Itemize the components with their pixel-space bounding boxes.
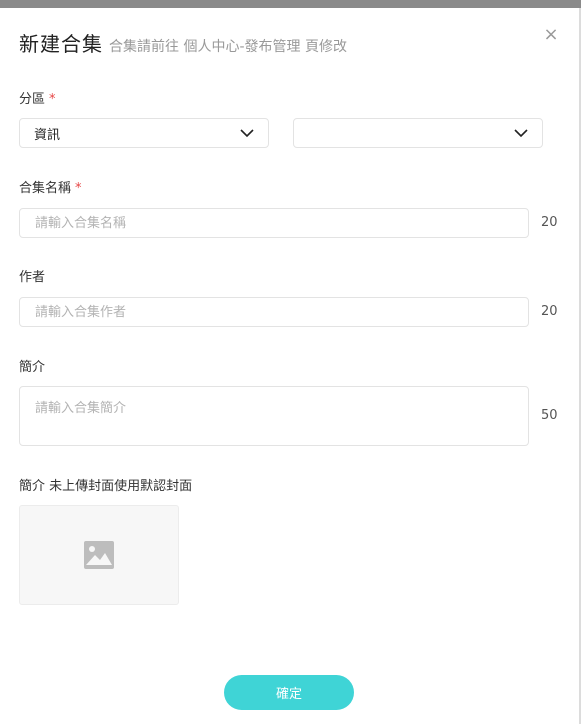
- chevron-down-icon: [240, 129, 254, 138]
- cover-label: 簡介 未上傳封面使用默認封面: [19, 479, 193, 494]
- collection-name-input[interactable]: [19, 208, 529, 238]
- category-secondary-select[interactable]: [293, 118, 543, 148]
- dialog-header: 新建合集 合集請前往 個人中心-發布管理 頁修改: [19, 28, 347, 57]
- confirm-button[interactable]: 確定: [224, 675, 354, 710]
- dialog-subtitle: 合集請前往 個人中心-發布管理 頁修改: [109, 39, 347, 55]
- name-char-limit: 20: [541, 215, 558, 230]
- category-label-text: 分區: [19, 92, 46, 107]
- author-input[interactable]: [19, 297, 529, 327]
- category-primary-value: 資訊: [34, 127, 61, 143]
- intro-label: 簡介: [19, 360, 46, 375]
- chevron-down-icon: [514, 129, 528, 138]
- intro-char-limit: 50: [541, 408, 558, 423]
- author-label: 作者: [19, 270, 46, 285]
- required-mark: *: [49, 92, 56, 107]
- image-placeholder-icon: [84, 541, 114, 569]
- close-icon[interactable]: ×: [543, 26, 559, 44]
- window-top-bar: [0, 0, 581, 8]
- name-label: 合集名稱 *: [19, 177, 82, 196]
- cover-upload[interactable]: [19, 505, 179, 605]
- intro-textarea[interactable]: [19, 386, 529, 446]
- category-label: 分區 *: [19, 88, 56, 107]
- dialog-title: 新建合集: [19, 32, 103, 56]
- required-mark: *: [75, 181, 82, 196]
- name-label-text: 合集名稱: [19, 181, 72, 196]
- category-primary-select[interactable]: 資訊: [19, 118, 269, 148]
- author-char-limit: 20: [541, 304, 558, 319]
